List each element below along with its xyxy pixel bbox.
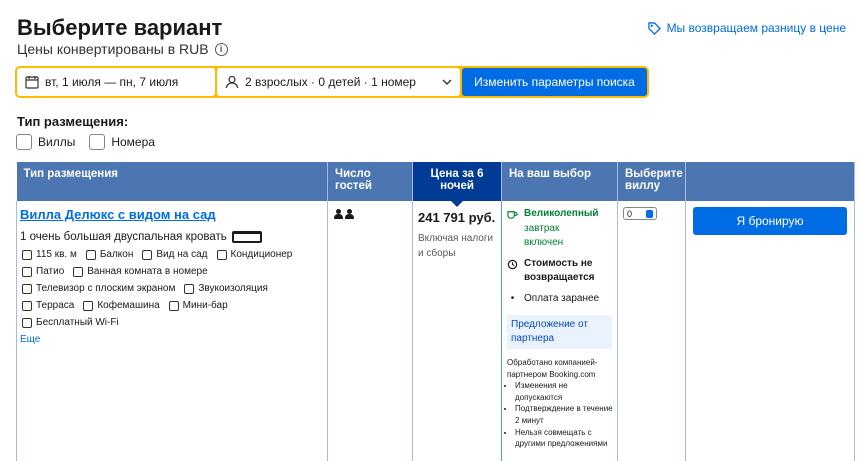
soundproof-icon [184,283,195,294]
calendar-icon [25,76,39,89]
size-icon [22,249,32,260]
amenities: Патио Ванная комната в номере [22,266,327,277]
breakfast-title: Великолепный [524,208,599,219]
refund-line1: Стоимость не [524,257,593,269]
filter-rooms[interactable]: Номера [89,134,155,150]
filter-villas-label: Виллы [38,135,76,149]
terrace-icon [22,300,32,311]
more-link[interactable]: Еще [20,334,327,345]
filter-villas[interactable]: Виллы [16,134,75,150]
search-bar: вт, 1 июля — пн, 7 июля 2 взрослых · 0 д… [15,66,649,98]
breakfast-info: Великолепный завтрак включен [507,207,613,251]
amenity: Ванная комната в номере [73,266,208,277]
col-room-type: Тип размещения [16,162,328,201]
col-select: Выберите виллу [617,162,686,201]
prepay-info: • Оплата заранее [507,292,613,307]
room-cell: Вилла Делюкс с видом на сад 1 очень боль… [16,201,328,461]
amenities: Телевизор с плоским экраном Звукоизоляци… [22,283,327,294]
amenities: Терраса Кофемашина Мини-бар [22,300,327,311]
amenity: Мини-бар [168,300,228,311]
no-refund-icon [507,259,518,269]
breakfast-line3: включен [524,237,564,248]
snowflake-icon [216,249,227,260]
change-search-button[interactable]: Изменить параметры поиска [462,68,647,96]
amenity: Звукоизоляция [184,283,268,294]
table-row: Вилла Делюкс с видом на сад 1 очень боль… [16,201,855,461]
person-icon [225,75,239,89]
dates-field[interactable]: вт, 1 июля — пн, 7 июля [17,68,215,96]
col-price[interactable]: Цена за 6 ночей [412,162,502,207]
select-value: 0 [627,208,633,219]
bed-icon [231,231,262,243]
breakfast-line2: завтрак [524,222,560,234]
room-name-link[interactable]: Вилла Делюкс с видом на сад [20,207,327,222]
book-cell: Я бронирую [685,201,855,461]
dates-value: вт, 1 июля — пн, 7 июля [45,75,179,89]
checkbox[interactable] [89,134,106,150]
guests-value: 2 взрослых · 0 детей · 1 номер [245,75,416,89]
coffee-machine-icon [83,300,94,311]
checkbox[interactable] [16,134,32,150]
guests-icon [334,209,412,219]
price-match-text: Мы возвращаем разницу в цене [666,21,846,35]
person-icon [334,209,343,219]
list-item: Изменения не допускаются [515,380,613,403]
amenities: Бесплатный Wi-Fi [22,317,327,328]
col-book [685,162,855,201]
garden-view-icon [142,249,153,260]
col-guests: Число гостей [327,162,413,201]
minibar-icon [168,300,179,311]
chevron-updown-icon [646,209,653,218]
person-icon [345,209,354,219]
balcony-icon [85,249,96,260]
filters: Виллы Номера [16,134,155,150]
coffee-cup-icon [507,211,518,219]
filter-rooms-label: Номера [111,135,155,149]
select-cell: 0 [617,201,686,461]
list-item: Подтверждение в течение 2 минут [515,403,613,426]
partner-offer-badge: Предложение от партнера [507,315,612,349]
amenity: Терраса [22,300,74,311]
price-value: 241 791 руб. [418,210,496,225]
list-item: Нельзя совмещать с другими предложениями [515,427,613,450]
choice-cell: Великолепный завтрак включен Стоимость н… [501,201,618,461]
col-choice: На ваш выбор [501,162,618,201]
amenity: Балкон [85,249,133,260]
partner-text: Обработано компанией-партнером Booking.c… [507,358,598,379]
book-button[interactable]: Я бронирую [693,207,847,235]
refund-line2: возвращается [524,272,595,283]
amenities: 115 кв. м Балкон Вид на сад Кондиционер [22,249,327,260]
info-icon[interactable]: i [214,42,228,56]
bed-text: 1 очень большая двуспальная кровать [20,231,227,243]
patio-icon [22,266,32,277]
room-quantity-select[interactable]: 0 [623,207,657,220]
filters-title: Тип размещения: [17,114,129,129]
amenity: Телевизор с плоским экраном [22,283,175,294]
amenity: Патио [22,266,64,277]
amenity: Кондиционер [216,249,292,260]
guests-field[interactable]: 2 взрослых · 0 детей · 1 номер [217,68,460,96]
amenity: Кофемашина [83,300,160,311]
bathroom-icon [73,266,84,277]
currency-note: Цены конвертированы в RUB i [17,41,228,57]
prepay-text: Оплата заранее [524,292,600,304]
page-title: Выберите вариант [17,15,223,40]
refund-info: Стоимость не возвращается [507,257,613,286]
tv-icon [22,283,32,294]
price-note: Включая налоги и сборы [418,233,494,259]
amenity: Вид на сад [142,249,208,260]
amenity: 115 кв. м [22,249,77,260]
guests-cell [327,201,413,461]
bullet-icon: • [510,292,515,304]
price-cell: 241 791 руб. Включая налоги и сборы [412,201,502,461]
tag-icon [647,21,661,35]
currency-note-text: Цены конвертированы в RUB [17,41,209,57]
chevron-down-icon [442,79,452,85]
price-match-link[interactable]: Мы возвращаем разницу в цене [647,21,846,35]
amenity: Бесплатный Wi-Fi [22,317,119,328]
rooms-table: Тип размещения Число гостей Цена за 6 но… [16,162,855,461]
wifi-icon [22,317,32,328]
partner-details: Обработано компанией-партнером Booking.c… [507,357,613,450]
bed-info: 1 очень большая двуспальная кровать [20,231,327,243]
